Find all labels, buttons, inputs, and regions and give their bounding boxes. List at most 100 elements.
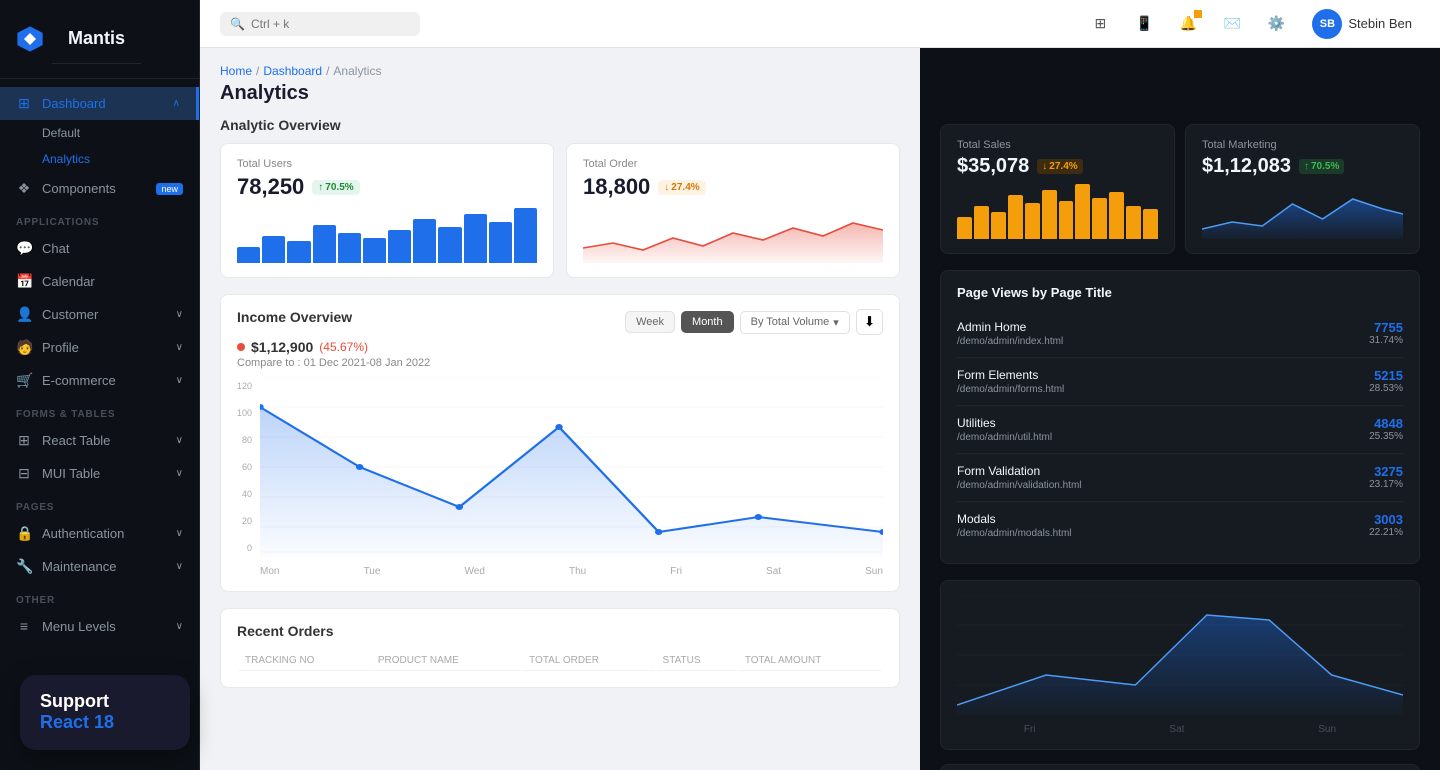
pv-right-5: 3003 22.21% [1369, 512, 1403, 538]
page-title: Analytics [220, 82, 900, 105]
breadcrumb-home[interactable]: Home [220, 64, 252, 78]
calendar-icon: 📅 [16, 273, 32, 290]
income-compare: Compare to : 01 Dec 2021-08 Jan 2022 [237, 357, 883, 369]
marketing-area-chart [1202, 184, 1403, 239]
breadcrumb: Home / Dashboard / Analytics [220, 64, 900, 78]
section-other: Other [0, 583, 199, 610]
dark-stat-cards: Total Sales $35,078 ↓ 27.4% [940, 124, 1420, 254]
breadcrumb-current: Analytics [333, 64, 381, 78]
support-badge[interactable]: Support React 18 [20, 675, 190, 750]
topbar-search-input[interactable] [251, 17, 381, 31]
sidebar-item-default[interactable]: Default [0, 120, 199, 146]
section-pages: Pages [0, 490, 199, 517]
orders-area-chart [583, 208, 883, 263]
logo-icon [16, 25, 44, 53]
orders-title: Recent Orders [237, 623, 883, 639]
month-toggle-button[interactable]: Month [681, 311, 734, 333]
main-area: 🔍 ⊞ 📱 🔔 ✉️ ⚙️ SB Stebin Ben [200, 0, 1440, 770]
react-table-icon: ⊞ [16, 432, 32, 449]
stat-orders-value: 18,800 [583, 174, 650, 200]
s-bar2 [974, 206, 989, 239]
chevron-right-icon5: ∨ [176, 468, 183, 479]
week-toggle-button[interactable]: Week [625, 311, 675, 333]
sales-bar-chart [957, 184, 1158, 239]
phone-icon-wrap: 📱 [1128, 8, 1160, 40]
bar7 [388, 230, 411, 263]
sidebar-item-chat[interactable]: 💬 Chat [0, 232, 199, 265]
chat-icon: 💬 [16, 240, 32, 257]
sidebar-item-maintenance[interactable]: 🔧 Maintenance ∨ [0, 550, 199, 583]
dark-marketing-badge: ↑ 70.5% [1299, 159, 1344, 174]
income-controls: Week Month By Total Volume ▾ ⬇ [625, 309, 883, 335]
chevron-up-icon: ∧ [173, 98, 180, 109]
sidebar-item-calendar[interactable]: 📅 Calendar [0, 265, 199, 298]
stat-orders-label: Total Order [583, 158, 883, 170]
s-bar9 [1092, 198, 1107, 239]
col-status: STATUS [657, 651, 737, 671]
section-applications: Applications [0, 205, 199, 232]
pv-right-1: 7755 31.74% [1369, 320, 1403, 346]
dark-marketing-value: $1,12,083 [1202, 155, 1291, 178]
stat-card-users: Total Users 78,250 ↑ 70.5% [220, 143, 554, 278]
sidebar-item-dashboard[interactable]: ⊞ Dashboard ∧ [0, 87, 199, 120]
col-total-amount: TOTAL AMOUNT [739, 651, 881, 671]
users-bar-chart [237, 208, 537, 263]
logo-area: Mantis [0, 0, 199, 79]
dark-sales-value: $35,078 [957, 155, 1029, 178]
settings-icon[interactable]: ⚙️ [1260, 8, 1292, 40]
dark-stat-card-sales: Total Sales $35,078 ↓ 27.4% [940, 124, 1175, 254]
page-views-section: Page Views by Page Title Admin Home /dem… [940, 270, 1420, 564]
sidebar-item-ecommerce[interactable]: 🛒 E-commerce ∨ [0, 364, 199, 397]
bar9 [438, 227, 461, 263]
pv-right-2: 5215 28.53% [1369, 368, 1403, 394]
bar12 [514, 208, 537, 263]
stat-users-label: Total Users [237, 158, 537, 170]
grid-icon[interactable]: ⊞ [1084, 8, 1116, 40]
income-section: Income Overview Week Month By Total Volu… [220, 294, 900, 592]
dark-marketing-value-row: $1,12,083 ↑ 70.5% [1202, 155, 1403, 178]
sidebar-item-react-table[interactable]: ⊞ React Table ∨ [0, 424, 199, 457]
bar1 [237, 247, 260, 264]
customer-icon: 👤 [16, 306, 32, 323]
s-bar1 [957, 217, 972, 239]
sidebar-item-components[interactable]: ❖ Components new [0, 172, 199, 205]
sidebar-item-mui-table[interactable]: ⊟ MUI Table ∨ [0, 457, 199, 490]
sidebar-item-customer[interactable]: 👤 Customer ∨ [0, 298, 199, 331]
topbar-search-container[interactable]: 🔍 [220, 12, 420, 36]
stat-users-value-row: 78,250 ↑ 70.5% [237, 174, 537, 200]
sidebar-item-authentication[interactable]: 🔒 Authentication ∨ [0, 517, 199, 550]
phone-icon[interactable]: 📱 [1128, 8, 1160, 40]
dark-sales-badge: ↓ 27.4% [1037, 159, 1082, 174]
chevron-right-icon3: ∨ [176, 375, 183, 386]
breadcrumb-dashboard[interactable]: Dashboard [263, 64, 322, 78]
pv-item-5: Modals /demo/admin/modals.html 3003 22.2… [957, 502, 1403, 549]
dark-marketing-label: Total Marketing [1202, 139, 1403, 151]
download-button[interactable]: ⬇ [856, 309, 883, 335]
income-dot [237, 343, 245, 351]
stat-card-orders: Total Order 18,800 ↓ 27.4% [566, 143, 900, 278]
pv-item-1: Admin Home /demo/admin/index.html 7755 3… [957, 310, 1403, 358]
pv-left-5: Modals /demo/admin/modals.html [957, 512, 1072, 539]
topbar-actions: ⊞ 📱 🔔 ✉️ ⚙️ SB Stebin Ben [1084, 5, 1420, 43]
income-metric: $1,12,900 (45.67%) [237, 339, 883, 355]
sidebar-item-profile[interactable]: 🧑 Profile ∨ [0, 331, 199, 364]
dashboard-icon: ⊞ [16, 95, 32, 112]
s-bar5 [1025, 203, 1040, 239]
message-icon[interactable]: ✉️ [1216, 8, 1248, 40]
col-total-order: TOTAL ORDER [523, 651, 654, 671]
s-bar3 [991, 212, 1006, 240]
bar3 [287, 241, 310, 263]
sidebar-item-analytics[interactable]: Analytics [0, 146, 199, 172]
notification-icon-wrap: 🔔 [1172, 8, 1204, 40]
chevron-right-icon4: ∨ [176, 435, 183, 446]
auth-icon: 🔒 [16, 525, 32, 542]
avatar: SB [1312, 9, 1342, 39]
s-bar6 [1042, 190, 1057, 240]
s-bar4 [1008, 195, 1023, 239]
bar5 [338, 233, 361, 263]
bar11 [489, 222, 512, 263]
pv-left-1: Admin Home /demo/admin/index.html [957, 320, 1063, 347]
user-menu[interactable]: SB Stebin Ben [1304, 5, 1420, 43]
volume-dropdown-button[interactable]: By Total Volume ▾ [740, 311, 850, 334]
sidebar-item-menu-levels[interactable]: ≡ Menu Levels ∨ [0, 610, 199, 642]
